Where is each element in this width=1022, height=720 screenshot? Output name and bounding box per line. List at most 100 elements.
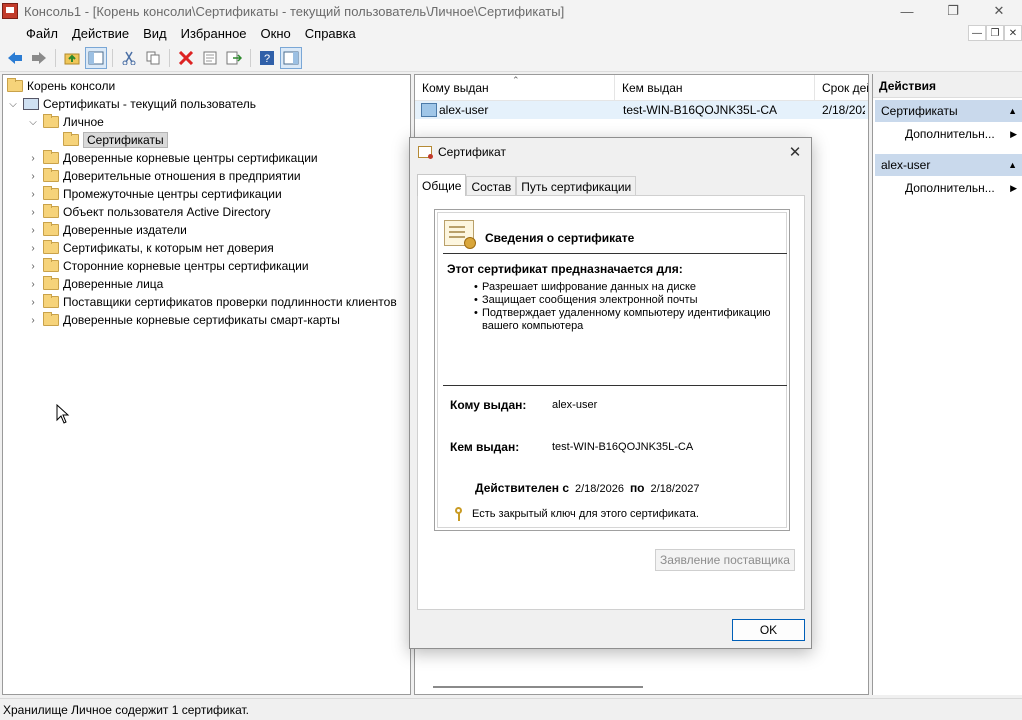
- actions-pane: Действия Сертификаты ▲ Дополнительн... ▶…: [872, 74, 1022, 695]
- table-row[interactable]: alex-user test-WIN-B16QOJNK35L-CA 2/18/2…: [415, 101, 868, 119]
- properties-icon[interactable]: [199, 47, 221, 69]
- cell-expiration: 2/18/202: [822, 103, 865, 117]
- export-icon[interactable]: [223, 47, 245, 69]
- menu-favorites[interactable]: Избранное: [174, 26, 254, 41]
- help-icon[interactable]: ?: [256, 47, 278, 69]
- menu-bar: Файл Действие Вид Избранное Окно Справка: [0, 22, 1022, 44]
- minimize-button[interactable]: —: [884, 0, 930, 22]
- action-label: Дополнительн...: [905, 181, 995, 195]
- chevron-right-icon[interactable]: ›: [27, 297, 39, 308]
- tree-item-certificates[interactable]: Сертификаты: [63, 131, 168, 149]
- close-button[interactable]: ✕: [976, 0, 1022, 22]
- chevron-right-icon[interactable]: ›: [27, 225, 39, 236]
- toolbar-separator: [55, 48, 56, 67]
- menu-window[interactable]: Окно: [254, 26, 298, 41]
- column-header-expiration[interactable]: Срок дей: [815, 75, 868, 101]
- dialog-close-button[interactable]: ✕: [785, 142, 805, 162]
- collapse-up-icon[interactable]: ▲: [1008, 160, 1017, 170]
- list-item: • Подтверждает удаленному компьютеру иден…: [474, 307, 784, 333]
- tree-item-label: Корень консоли: [27, 79, 116, 93]
- menu-view[interactable]: Вид: [136, 26, 174, 41]
- child-restore-button[interactable]: ❐: [986, 25, 1004, 41]
- certificate-info-box: Сведения о сертификате Этот сертификат п…: [434, 209, 790, 531]
- toolbar-separator: [112, 48, 113, 67]
- chevron-right-icon[interactable]: ›: [27, 171, 39, 182]
- tree-item-store[interactable]: › Доверенные лица: [27, 275, 163, 293]
- chevron-down-icon[interactable]: ⌵: [27, 117, 39, 128]
- tree-item-store[interactable]: › Объект пользователя Active Directory: [27, 203, 271, 221]
- purpose-heading: Этот сертификат предназначается для:: [447, 262, 683, 276]
- tab-certification-path[interactable]: Путь сертификации: [516, 176, 637, 196]
- menu-action[interactable]: Действие: [65, 26, 136, 41]
- chevron-right-icon[interactable]: ›: [27, 189, 39, 200]
- private-key-note: Есть закрытый ключ для этого сертификата…: [454, 507, 699, 521]
- collapse-up-icon[interactable]: ▲: [1008, 106, 1017, 116]
- tree-item-store[interactable]: › Доверенные корневые центры сертификации: [27, 149, 318, 167]
- tree-item-personal[interactable]: ⌵ Личное: [27, 113, 104, 131]
- folder-icon: [43, 186, 59, 200]
- folder-icon: [43, 312, 59, 326]
- back-arrow-icon[interactable]: [4, 47, 26, 69]
- chevron-right-icon[interactable]: ›: [27, 207, 39, 218]
- child-minimize-button[interactable]: —: [968, 25, 986, 41]
- list-item: • Разрешает шифрование данных на диске: [474, 281, 697, 293]
- chevron-right-icon[interactable]: ›: [27, 279, 39, 290]
- show-hide-tree-icon[interactable]: [85, 46, 107, 69]
- tree-item-current-user[interactable]: ⌵ Сертификаты - текущий пользователь: [7, 95, 256, 113]
- valid-from-label: Действителен с: [475, 481, 569, 495]
- tab-details[interactable]: Состав: [466, 176, 517, 196]
- valid-to-label: по: [629, 481, 645, 495]
- menu-help[interactable]: Справка: [298, 26, 363, 41]
- column-header-issued-by[interactable]: Кем выдан: [615, 75, 815, 101]
- issued-to-value: alex-user: [552, 399, 598, 411]
- tree-item-label: Доверительные отношения в предприятии: [63, 169, 301, 183]
- chevron-right-icon[interactable]: ›: [27, 243, 39, 254]
- show-hide-action-pane-icon[interactable]: [280, 46, 302, 69]
- folder-icon: [43, 204, 59, 218]
- tree-item-store[interactable]: › Доверенные корневые сертификаты смарт-к…: [27, 311, 340, 329]
- chevron-right-icon[interactable]: ›: [27, 261, 39, 272]
- action-label: Дополнительн...: [905, 127, 995, 141]
- up-folder-icon[interactable]: [61, 47, 83, 69]
- tree-item-store[interactable]: › Промежуточные центры сертификации: [27, 185, 282, 203]
- actions-section-certificates[interactable]: Сертификаты ▲: [875, 100, 1022, 122]
- tree-item-label: Объект пользователя Active Directory: [63, 205, 271, 219]
- issuer-statement-button[interactable]: Заявление поставщика: [655, 549, 795, 571]
- delete-icon[interactable]: [175, 47, 197, 69]
- copy-icon[interactable]: [142, 47, 164, 69]
- certificate-dialog: Сертификат ✕ Общие Состав Путь сертифика…: [409, 137, 812, 649]
- folder-icon: [43, 222, 59, 236]
- maximize-button[interactable]: ❐: [930, 0, 976, 22]
- valid-to-value: 2/18/2027: [650, 483, 700, 495]
- child-close-button[interactable]: ✕: [1004, 25, 1022, 41]
- chevron-right-icon[interactable]: ›: [27, 315, 39, 326]
- cell-issued-to: alex-user: [439, 103, 489, 117]
- list-header: Кому выдан Кем выдан Срок дей: [415, 75, 868, 101]
- certificate-info-inner: Сведения о сертификате Этот сертификат п…: [437, 212, 787, 528]
- toolbar-separator: [169, 48, 170, 67]
- certificate-icon: [421, 103, 437, 117]
- chevron-right-icon[interactable]: ›: [27, 153, 39, 164]
- tree-item-store[interactable]: › Доверенные издатели: [27, 221, 187, 239]
- console-tree-pane[interactable]: Корень консоли ⌵ Сертификаты - текущий п…: [2, 74, 411, 695]
- action-more-actions[interactable]: Дополнительн... ▶: [905, 178, 1021, 198]
- action-more-actions[interactable]: Дополнительн... ▶: [905, 124, 1021, 144]
- tree-item-store[interactable]: › Сторонние корневые центры сертификации: [27, 257, 309, 275]
- issued-by-value: test-WIN-B16QOJNK35L-CA: [552, 441, 694, 453]
- tree-item-store[interactable]: › Сертификаты, к которым нет доверия: [27, 239, 274, 257]
- tree-item-store[interactable]: › Доверительные отношения в предприятии: [27, 167, 301, 185]
- menu-file[interactable]: Файл: [0, 26, 65, 41]
- tab-general[interactable]: Общие: [417, 174, 467, 196]
- tree-item-store[interactable]: › Поставщики сертификатов проверки подлин…: [27, 293, 397, 311]
- dialog-tabs: Общие Состав Путь сертификации: [417, 174, 637, 196]
- chevron-down-icon[interactable]: ⌵: [7, 99, 19, 110]
- folder-icon: [43, 258, 59, 272]
- ok-button[interactable]: OK: [732, 619, 805, 641]
- forward-arrow-icon[interactable]: [28, 47, 50, 69]
- tree-item-console-root[interactable]: Корень консоли: [7, 77, 115, 95]
- horizontal-scrollbar[interactable]: [433, 686, 643, 688]
- cut-icon[interactable]: [118, 47, 140, 69]
- actions-section-alex-user[interactable]: alex-user ▲: [875, 154, 1022, 176]
- divider: [443, 385, 787, 386]
- mmc-app-icon[interactable]: [2, 3, 18, 19]
